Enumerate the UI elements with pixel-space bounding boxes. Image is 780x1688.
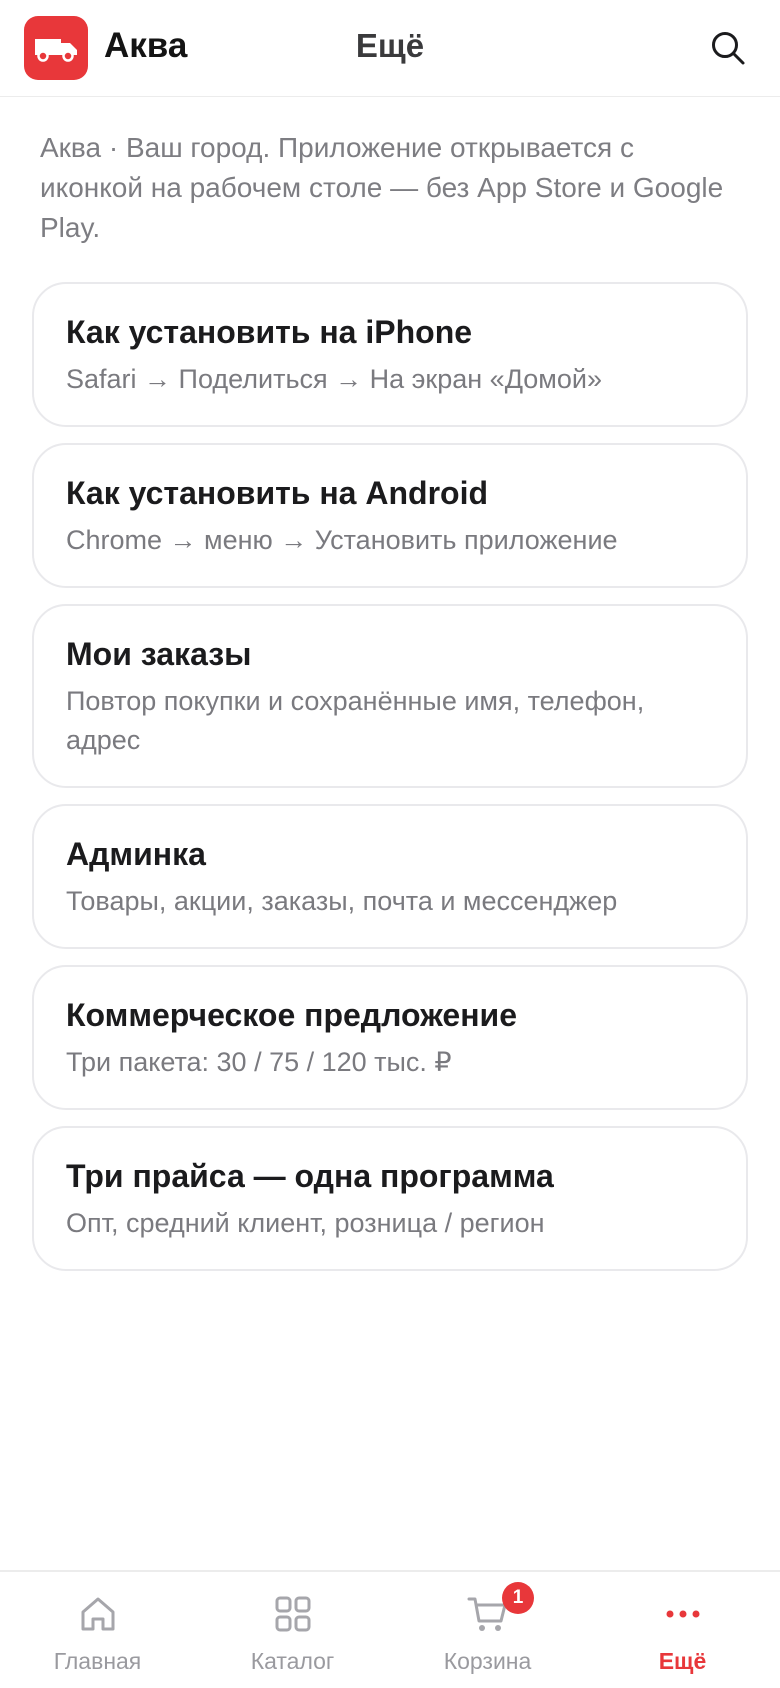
- card-title: Админка: [66, 836, 206, 872]
- three-prices-card[interactable]: Три прайса — одна программа Опт, средний…: [32, 1126, 748, 1271]
- install-android-card[interactable]: Как установить на Android Chrome → меню …: [32, 443, 748, 588]
- bottom-nav: Главная Каталог 1 Корзина Ещё: [0, 1570, 780, 1688]
- nav-home[interactable]: Главная: [0, 1572, 195, 1688]
- more-dots-icon: [666, 1610, 699, 1618]
- card-title: Как установить на Android: [66, 475, 488, 511]
- truck-icon: [35, 39, 77, 62]
- card-title: Как установить на iPhone: [66, 314, 473, 350]
- grid-icon: [275, 1596, 310, 1632]
- search-icon: [712, 32, 745, 65]
- search-button[interactable]: [706, 26, 750, 70]
- card-title: Мои заказы: [66, 636, 252, 672]
- app-header: Аква Ещё: [0, 0, 780, 97]
- card-title: Три прайса — одна программа: [66, 1158, 554, 1194]
- intro-text: Аква · Ваш город. Приложение открывается…: [40, 132, 724, 243]
- commercial-offer-card[interactable]: Коммерческое предложение Три пакета: 30 …: [32, 965, 748, 1110]
- brand-name: Аква: [104, 26, 188, 65]
- my-orders-card[interactable]: Мои заказы Повтор покупки и сохранённые …: [32, 604, 748, 788]
- card-subtitle: Три пакета: 30 / 75 / 120 тыс. ₽: [66, 1047, 452, 1077]
- install-iphone-card[interactable]: Как установить на iPhone Safari → Подели…: [32, 282, 748, 427]
- card-subtitle: Chrome → меню → Установить приложение: [66, 525, 618, 555]
- home-icon: [81, 1597, 114, 1631]
- admin-card[interactable]: Админка Товары, акции, заказы, почта и м…: [32, 804, 748, 949]
- menu-list: Как установить на iPhone Safari → Подели…: [32, 282, 748, 1287]
- nav-label: Каталог: [250, 1648, 335, 1674]
- nav-catalog[interactable]: Каталог: [195, 1572, 390, 1688]
- card-subtitle: Повтор покупки и сохранённые имя, телефо…: [66, 686, 645, 755]
- nav-more[interactable]: Ещё: [585, 1572, 780, 1688]
- nav-label: Главная: [53, 1648, 142, 1674]
- card-subtitle: Safari → Поделиться → На экран «Домой»: [66, 364, 602, 394]
- app-logo[interactable]: [24, 16, 88, 80]
- nav-cart[interactable]: 1 Корзина: [390, 1572, 585, 1688]
- card-title: Коммерческое предложение: [66, 997, 517, 1033]
- nav-label: Ещё: [658, 1648, 707, 1674]
- card-subtitle: Опт, средний клиент, розница / регион: [66, 1208, 545, 1238]
- card-subtitle: Товары, акции, заказы, почта и мессендже…: [66, 886, 618, 916]
- cart-badge: 1: [502, 1582, 534, 1614]
- nav-label: Корзина: [443, 1648, 532, 1674]
- more-screen: Аква Ещё Аква · Ваш город. Приложение от…: [0, 0, 780, 1688]
